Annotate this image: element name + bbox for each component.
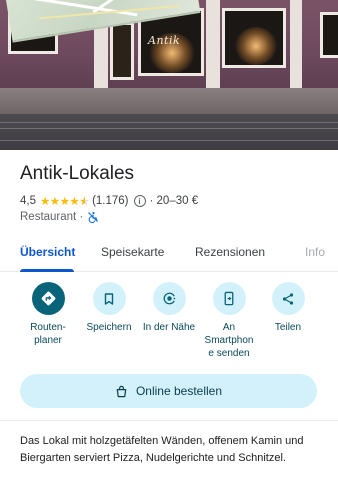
- place-photo[interactable]: Antik: [0, 0, 338, 150]
- star-rating: ★★★★★: [40, 194, 90, 208]
- tab-bar: Übersicht Speisekarte Rezensionen Info: [0, 236, 338, 272]
- rating-value: 4,5: [20, 195, 36, 207]
- active-tab-indicator: [20, 269, 74, 272]
- half-star-icon: ★: [79, 194, 89, 208]
- price-range: · 20–30 €: [149, 195, 199, 207]
- facade-pillar: [206, 0, 220, 96]
- nearby-button[interactable]: In der Nähe: [138, 282, 200, 334]
- order-online-label: Online bestellen: [135, 384, 223, 398]
- directions-button[interactable]: Routen- planer: [17, 282, 79, 347]
- door: [110, 22, 134, 80]
- no-wheelchair-access-icon[interactable]: [87, 211, 99, 223]
- save-label: Speichern: [86, 322, 132, 333]
- bookmark-icon: [104, 292, 114, 305]
- share-icon: [282, 292, 294, 305]
- shopping-bag-icon: [116, 385, 127, 397]
- order-online-button[interactable]: Online bestellen: [20, 374, 317, 408]
- street: [0, 114, 338, 150]
- nearby-label: In der Nähe: [142, 322, 196, 333]
- tab-info[interactable]: Info: [305, 245, 325, 259]
- tab-menu[interactable]: Speisekarte: [101, 245, 164, 259]
- tab-reviews[interactable]: Rezensionen: [195, 245, 265, 259]
- send-to-phone-label: An Smartphon e senden: [204, 322, 254, 359]
- directions-icon: [41, 291, 55, 306]
- sidewalk: [0, 88, 338, 114]
- send-to-phone-button[interactable]: An Smartphon e senden: [198, 282, 260, 360]
- save-button[interactable]: Speichern: [78, 282, 140, 334]
- place-title: Antik-Lokales: [20, 163, 135, 184]
- window: [222, 8, 286, 68]
- section-divider: [0, 420, 338, 421]
- info-icon[interactable]: i: [133, 195, 146, 207]
- category-row: Restaurant ·: [20, 211, 99, 223]
- share-label: Teilen: [274, 322, 302, 333]
- facade-pillar: [290, 0, 302, 96]
- share-button[interactable]: Teilen: [257, 282, 319, 334]
- category-label: Restaurant ·: [20, 211, 84, 223]
- review-count[interactable]: (1.176): [92, 195, 128, 207]
- window: [320, 12, 338, 58]
- rating-row[interactable]: 4,5 ★★★★★ (1.176) i · 20–30 €: [20, 194, 198, 208]
- action-row: Routen- planer Speichern In der Nähe An …: [0, 282, 338, 362]
- directions-label: Routen- planer: [30, 322, 66, 346]
- shop-sign: Antik: [148, 34, 181, 47]
- tab-overview[interactable]: Übersicht: [20, 245, 75, 259]
- send-to-phone-icon: [224, 291, 234, 306]
- place-description: Das Lokal mit holzgetäfelten Wänden, off…: [20, 435, 304, 464]
- nearby-icon: [163, 292, 175, 305]
